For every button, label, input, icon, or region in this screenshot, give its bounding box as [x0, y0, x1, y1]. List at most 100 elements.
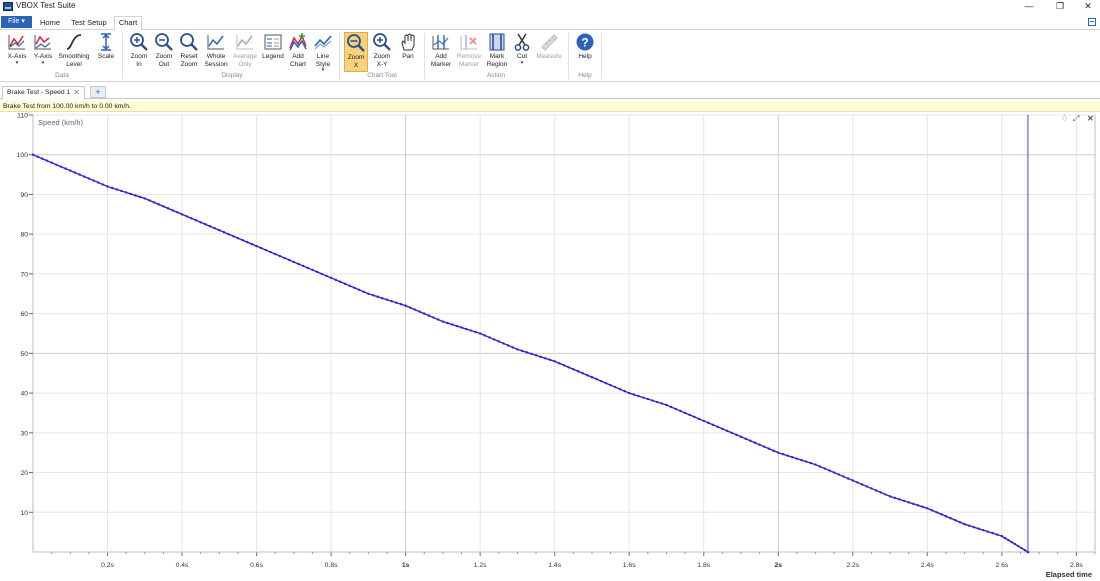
close-button[interactable]: ✕	[1074, 0, 1100, 14]
data-point	[483, 334, 487, 337]
reset-zoom-button[interactable]: Reset Zoom	[177, 32, 201, 72]
whole-session-button[interactable]: Whole Session	[202, 32, 230, 72]
data-point	[492, 338, 496, 341]
x-tick-label: 2s	[774, 562, 782, 569]
legend-icon	[264, 34, 282, 50]
data-point	[749, 439, 752, 442]
data-point	[660, 402, 664, 405]
data-point	[655, 400, 659, 404]
zoom-xy-button[interactable]: Zoom X-Y	[369, 32, 395, 72]
data-point	[1010, 540, 1013, 544]
help-button[interactable]: ? Help	[573, 32, 597, 72]
close-tab-icon[interactable]: ✕	[73, 87, 80, 99]
data-point	[451, 323, 454, 326]
data-point	[343, 282, 347, 286]
data-point	[641, 396, 645, 399]
data-point	[949, 517, 952, 520]
smoothing-curve-icon	[66, 34, 82, 50]
line-style-button[interactable]: Line Style ▾	[311, 32, 335, 73]
data-point	[432, 316, 435, 319]
data-point	[632, 393, 636, 396]
data-point	[315, 270, 319, 274]
tab-chart[interactable]: Chart	[114, 16, 142, 31]
data-point	[758, 443, 761, 446]
pin-icon[interactable]: ♢	[1061, 114, 1068, 123]
data-point	[241, 238, 244, 242]
title-bar: VBOX Test Suite — ❐ ✕	[0, 0, 1100, 14]
data-point	[1020, 546, 1023, 550]
data-point	[600, 379, 603, 383]
tab-home[interactable]: Home	[36, 17, 64, 30]
zoom-out-icon	[155, 33, 173, 51]
x-tick-label: 2.4s	[921, 562, 934, 569]
data-point	[525, 351, 528, 354]
data-point	[828, 469, 831, 472]
data-point	[264, 248, 268, 252]
data-point	[36, 155, 39, 158]
y-tick-label: 90	[20, 192, 28, 199]
data-point	[874, 489, 878, 492]
data-point	[311, 268, 314, 272]
restore-button[interactable]: ❐	[1046, 0, 1074, 14]
expand-icon[interactable]: ⤢	[1073, 114, 1079, 124]
data-point	[367, 292, 370, 295]
data-point	[623, 389, 626, 393]
add-tab-button[interactable]: +	[90, 86, 106, 98]
data-point	[916, 504, 920, 507]
legend-button[interactable]: Legend	[260, 32, 286, 72]
data-point	[674, 407, 677, 411]
cut-button[interactable]: Cut ▾	[511, 32, 533, 72]
group-separator	[339, 33, 340, 79]
measure-button[interactable]: Measure	[534, 32, 564, 72]
y-tick-label: 10	[20, 510, 28, 517]
scale-button[interactable]: Scale	[94, 32, 118, 72]
ribbon-collapse-icon[interactable]	[1088, 18, 1096, 26]
zoom-out-button[interactable]: Zoom Out	[152, 32, 176, 72]
file-menu-button[interactable]: File ▾	[1, 16, 32, 28]
zoom-in-button[interactable]: Zoom In	[127, 32, 151, 72]
data-point	[567, 366, 570, 369]
zoom-x-button[interactable]: Zoom X	[344, 32, 368, 72]
data-point	[744, 437, 747, 440]
data-point	[171, 209, 174, 212]
add-marker-icon	[432, 35, 449, 50]
data-point	[222, 230, 226, 234]
data-point	[716, 425, 719, 429]
mark-region-button[interactable]: Mark Region	[484, 32, 510, 72]
y-axis-button[interactable]: Y-Axis ▾	[30, 32, 56, 72]
data-point	[940, 513, 943, 516]
data-point	[637, 394, 640, 398]
tab-test-setup[interactable]: Test Setup	[68, 17, 110, 30]
add-chart-button[interactable]: Add Chart	[286, 32, 310, 72]
minimize-button[interactable]: —	[1015, 0, 1043, 14]
close-chart-icon[interactable]: ✕	[1087, 114, 1094, 123]
tab-brake-test-speed-1[interactable]: Brake Test - Speed 1 ✕	[2, 86, 85, 100]
app-logo-icon	[3, 2, 13, 11]
group-separator	[122, 33, 123, 79]
x-tick-label: 1.8s	[697, 562, 710, 569]
remove-marker-button[interactable]: Remove Marker	[455, 32, 483, 72]
chart-panel[interactable]: 10 20 30 40 50 60 70 80 90 100 110 0.2s 0.4s 0.6s 0.8s…	[0, 112, 1100, 581]
app-window: VBOX Test Suite — ❐ ✕ File ▾ Home Test S…	[0, 0, 1100, 581]
data-point	[129, 192, 133, 196]
add-marker-button[interactable]: Add Marker	[428, 32, 454, 72]
average-only-button[interactable]: Average Only	[231, 32, 259, 72]
pan-button[interactable]: Pan	[397, 32, 419, 72]
data-point	[791, 455, 794, 459]
data-point	[972, 525, 976, 529]
data-point	[78, 173, 81, 176]
data-point	[157, 203, 160, 206]
data-point	[688, 413, 691, 417]
zoom-x-icon	[347, 34, 365, 52]
x-axis-button[interactable]: X-Axis ▾	[4, 32, 30, 72]
data-point	[562, 364, 566, 367]
data-point	[707, 421, 710, 425]
add-chart-icon	[289, 33, 307, 51]
smoothing-level-button[interactable]: Smoothing Level	[56, 32, 92, 72]
data-point	[553, 360, 556, 363]
data-point	[92, 179, 95, 182]
data-point	[381, 297, 384, 300]
speed-chart[interactable]: 10 20 30 40 50 60 70 80 90 100 110 0.2s 0.4s 0.6s 0.8s…	[0, 112, 1100, 581]
data-point	[721, 427, 724, 431]
data-point	[69, 169, 72, 172]
